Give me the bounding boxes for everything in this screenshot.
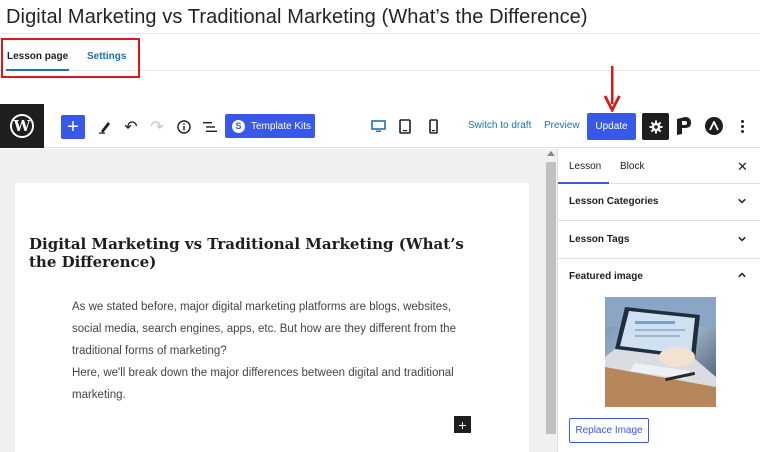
desktop-icon [370, 119, 386, 132]
template-kits-label: Template Kits [251, 120, 312, 132]
panel-label-lesson-tags[interactable]: Lesson Tags [569, 234, 629, 245]
plugin-p-button[interactable] [675, 116, 695, 138]
list-view-button[interactable] [200, 115, 220, 139]
page-title: Digital Marketing vs Traditional Marketi… [6, 6, 588, 28]
template-kits-button[interactable]: S Template Kits [225, 114, 315, 138]
chevron-down-icon[interactable] [738, 235, 746, 243]
tools-button[interactable] [95, 115, 115, 139]
close-sidebar-button[interactable]: ✕ [737, 159, 748, 175]
plugin-a-button[interactable] [705, 117, 723, 135]
update-button[interactable]: Update [587, 113, 636, 140]
a-logo-icon [709, 121, 719, 131]
template-kits-icon: S [232, 119, 245, 133]
replace-image-button[interactable]: Replace Image [569, 418, 649, 443]
p-logo-icon [677, 117, 691, 135]
plus-icon: + [67, 116, 79, 138]
desktop-preview-button[interactable] [370, 117, 386, 135]
post-heading[interactable]: Digital Marketing vs Traditional Marketi… [29, 235, 469, 271]
undo-icon: ↶ [124, 119, 138, 136]
annotation-arrow [603, 66, 621, 112]
mobile-icon [428, 118, 438, 134]
settings-button[interactable] [642, 113, 669, 140]
list-view-icon [203, 122, 217, 132]
tablet-icon [399, 118, 411, 134]
scroll-up-arrow-icon[interactable] [547, 151, 555, 156]
undo-button[interactable]: ↶ [121, 115, 141, 139]
scrollbar-thumb[interactable] [546, 162, 556, 434]
add-block-button[interactable]: + [61, 115, 85, 139]
close-icon: ✕ [737, 159, 748, 174]
mobile-preview-button[interactable] [425, 117, 441, 135]
paragraph-block[interactable]: As we stated before, major digital marke… [72, 296, 482, 406]
sidebar-tab-lesson[interactable]: Lesson [569, 161, 601, 172]
panel-label-lesson-categories[interactable]: Lesson Categories [569, 196, 658, 207]
sidebar-tab-block[interactable]: Block [620, 161, 644, 172]
preview-button[interactable]: Preview [544, 120, 580, 131]
chevron-down-icon[interactable] [738, 197, 746, 205]
details-button[interactable] [174, 115, 194, 139]
more-options-button[interactable] [736, 117, 748, 135]
paragraph-text-1: As we stated before, major digital marke… [72, 301, 456, 357]
gear-icon [649, 120, 662, 133]
annotation-highlight-box [1, 38, 140, 78]
info-icon [177, 120, 191, 134]
pen-icon [99, 122, 110, 134]
chevron-up-icon[interactable] [738, 271, 746, 279]
featured-image[interactable] [605, 297, 716, 407]
more-vertical-icon [740, 119, 744, 133]
wordpress-logo-icon[interactable]: W [0, 104, 44, 148]
paragraph-text-2: Here, we'll break down the major differe… [72, 367, 454, 401]
tablet-preview-button[interactable] [397, 117, 413, 135]
switch-to-draft-button[interactable]: Switch to draft [468, 120, 531, 131]
inline-add-block-button[interactable]: + [454, 416, 471, 433]
plus-icon: + [458, 416, 467, 433]
redo-button[interactable]: ↷ [147, 115, 167, 139]
panel-label-featured-image[interactable]: Featured image [569, 271, 643, 282]
redo-icon: ↷ [150, 119, 164, 136]
